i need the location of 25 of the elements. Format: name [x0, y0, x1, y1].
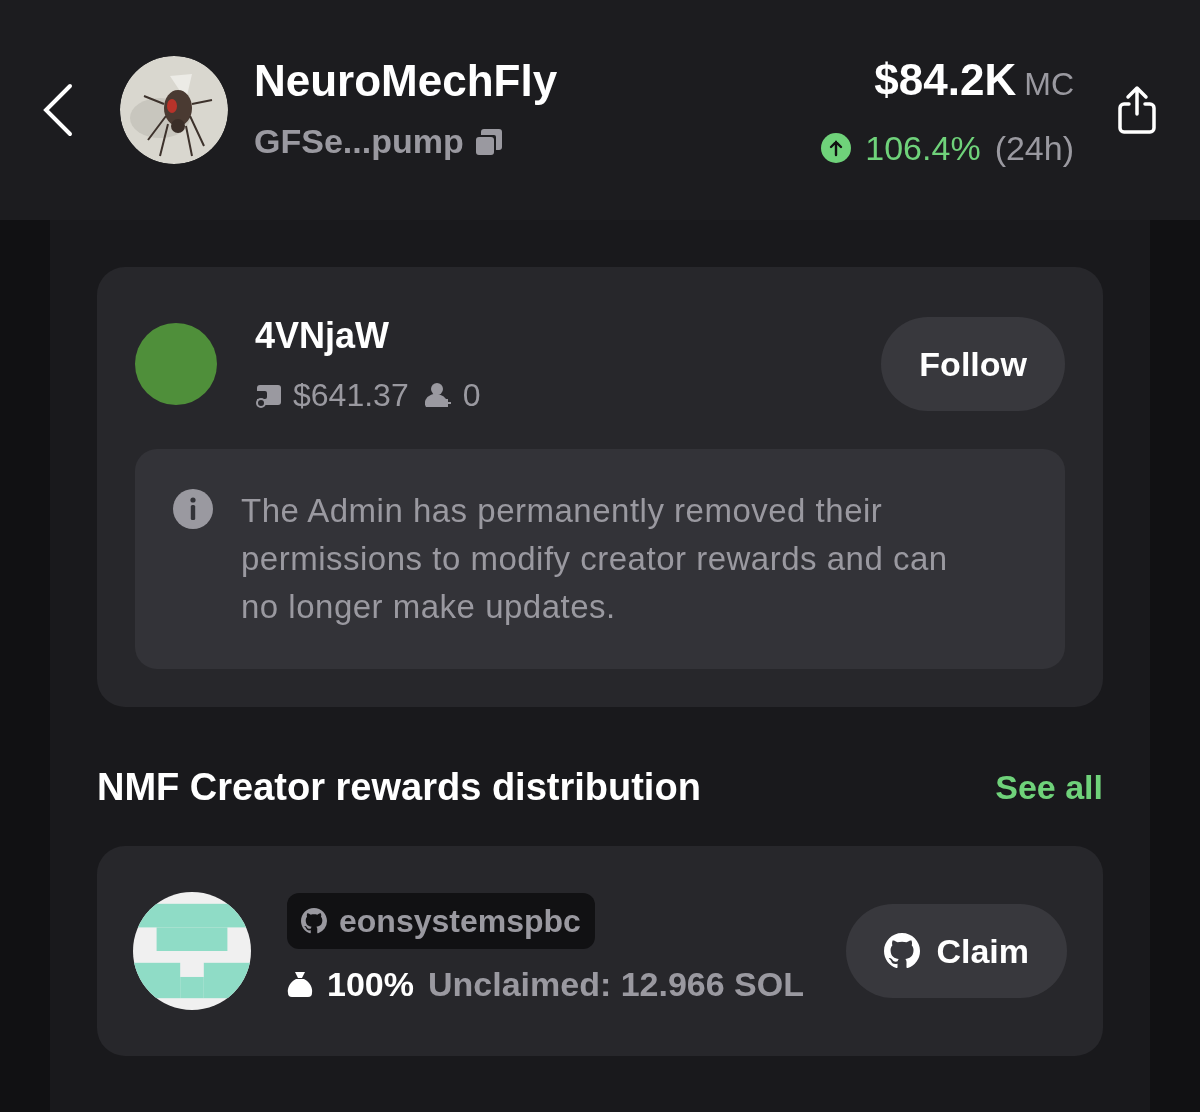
claim-button[interactable]: Claim [846, 904, 1067, 998]
reward-share: 100% [327, 963, 414, 1005]
info-icon [173, 489, 213, 529]
github-icon [884, 933, 921, 969]
market-cap-label: MC [1024, 64, 1074, 104]
follow-button[interactable]: Follow [881, 317, 1065, 411]
unclaimed-amount: Unclaimed: 12.966 SOL [427, 963, 804, 1005]
back-icon[interactable] [42, 82, 74, 138]
share-icon[interactable] [1116, 84, 1158, 136]
price-change: 106.4% [865, 127, 981, 169]
change-period: (24h) [994, 127, 1074, 169]
token-address: GFSe...pump [254, 121, 464, 162]
token-name: NeuroMechFly [254, 55, 559, 107]
followers-icon [424, 381, 453, 409]
github-handle: eonsystemspbc [339, 901, 581, 941]
creator-balance: $641.37 [293, 376, 409, 415]
market-cap: $84.2K [874, 53, 1017, 106]
github-icon [301, 907, 327, 934]
see-all-link[interactable]: See all [995, 762, 1103, 813]
money-bag-icon [287, 970, 313, 998]
copy-icon[interactable] [473, 126, 504, 157]
follower-count: 0 [462, 376, 481, 415]
section-title: NMF Creator rewards distribution [97, 765, 701, 810]
creator-name: 4VNjaW [255, 314, 391, 358]
notice-text: The Admin has permanently removed their permissions to modify creator rewards and can no longer make updates. [241, 491, 949, 627]
